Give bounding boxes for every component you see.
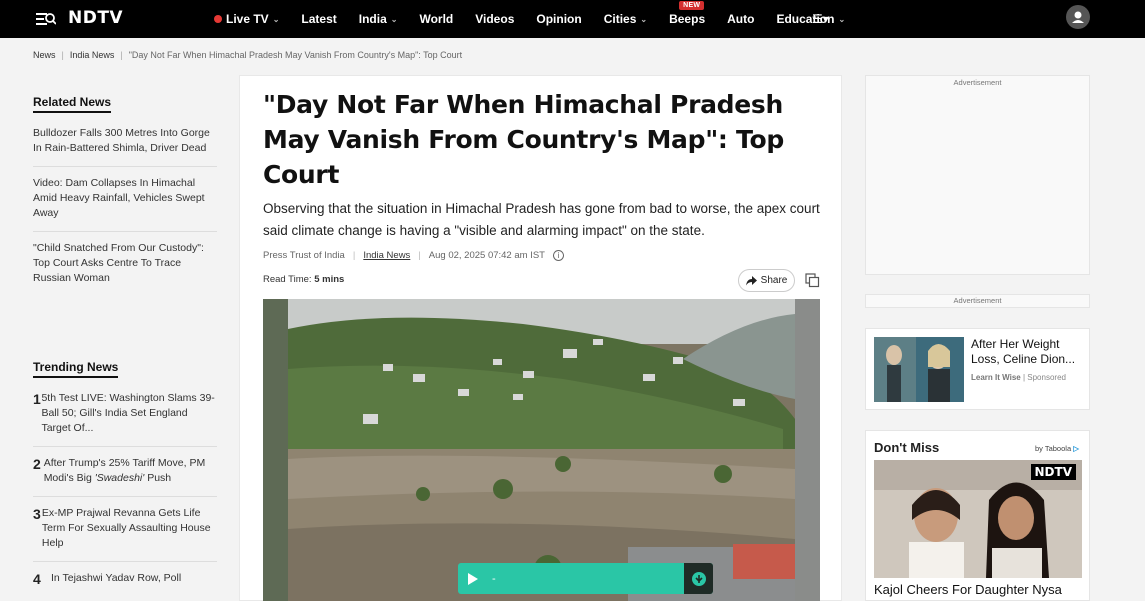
- trending-headline-after: Push: [147, 472, 172, 484]
- trending-news-item[interactable]: 2 After Trump's 25% Tariff Move, PM Modi…: [33, 447, 217, 497]
- copy-icon[interactable]: [805, 273, 820, 288]
- meta-separator: |: [352, 250, 356, 261]
- menu-search-icon[interactable]: [36, 10, 56, 28]
- read-time-label: Read Time:: [263, 274, 312, 285]
- breadcrumb-india-news[interactable]: India News: [70, 50, 115, 60]
- nav-item-opinion[interactable]: Opinion: [536, 12, 581, 26]
- article-headline: "Day Not Far When Himachal Pradesh May V…: [263, 90, 784, 189]
- related-news-item[interactable]: Bulldozer Falls 300 Metres Into Gorge In…: [33, 117, 217, 167]
- nav-item-label: Videos: [475, 12, 515, 26]
- chevron-down-icon: ⌄: [390, 14, 398, 24]
- trending-rank: 2: [33, 456, 41, 472]
- ndtv-watermark-logo: NDTV: [1030, 464, 1076, 480]
- related-news-item[interactable]: Video: Dam Collapses In Himachal Amid He…: [33, 167, 217, 232]
- trending-news-item[interactable]: 3 Ex-MP Prajwal Revanna Gets Life Term F…: [33, 497, 217, 562]
- article-source: Press Trust of India: [263, 250, 345, 261]
- sponsored-card[interactable]: After Her Weight Loss, Celine Dion... Le…: [865, 328, 1090, 410]
- sponsored-title[interactable]: After Her Weight Loss, Celine Dion...: [971, 337, 1086, 367]
- share-icon: [745, 275, 757, 285]
- share-label: Share: [760, 275, 788, 286]
- advertisement-label: Advertisement: [953, 78, 1002, 87]
- audio-player[interactable]: -: [458, 563, 713, 594]
- sponsored-image[interactable]: [874, 337, 964, 402]
- related-news-section: Related News Bulldozer Falls 300 Metres …: [33, 93, 217, 296]
- trending-rank: 3: [33, 506, 41, 522]
- article-meta: Press Trust of India | India News | Aug …: [263, 250, 564, 261]
- nav-item-label: Latest: [301, 12, 337, 26]
- advertisement-label: Advertisement: [953, 296, 1002, 305]
- ndtv-logo[interactable]: NDTV: [68, 8, 123, 28]
- breadcrumb-news[interactable]: News: [33, 50, 56, 60]
- trending-news-item[interactable]: 1 5th Test LIVE: Washington Slams 39-Bal…: [33, 382, 217, 447]
- related-news-title: Related News: [33, 95, 112, 113]
- nav-item-auto[interactable]: Auto: [727, 12, 754, 26]
- article-hero-image: -: [263, 299, 820, 601]
- breadcrumb: News | India News | "Day Not Far When Hi…: [33, 50, 462, 60]
- audio-logo-icon[interactable]: [684, 563, 713, 594]
- article-summary: Observing that the situation in Himachal…: [263, 201, 820, 238]
- read-time-value: 5 mins: [314, 274, 345, 285]
- nav-item-latest[interactable]: Latest: [301, 12, 336, 26]
- taboola-icon: ▷: [1073, 444, 1079, 453]
- trending-headline[interactable]: In Tejashwi Yadav Row, Poll: [51, 571, 181, 587]
- chevron-down-icon: ⌄: [640, 14, 648, 24]
- related-news-item[interactable]: "Child Snatched From Our Custody": Top C…: [33, 232, 217, 296]
- read-time: Read Time: 5 mins: [263, 274, 344, 285]
- breadcrumb-separator: |: [120, 50, 123, 60]
- nav-item-india[interactable]: India ⌄: [359, 12, 398, 26]
- hamburger-more-icon[interactable]: ☰▾: [812, 12, 829, 26]
- sponsored-source-name: Learn It Wise: [971, 373, 1021, 382]
- new-badge: NEW: [679, 1, 705, 10]
- nav-item-world[interactable]: World: [419, 12, 453, 26]
- nav-item-live-tv[interactable]: Live TV ⌄: [214, 12, 279, 26]
- article-date: Aug 02, 2025 07:42 am IST: [428, 250, 545, 261]
- breadcrumb-separator: |: [61, 50, 64, 60]
- trending-headline[interactable]: 5th Test LIVE: Washington Slams 39-Ball …: [41, 391, 217, 436]
- trending-rank: 1: [33, 391, 41, 407]
- nav-item-education[interactable]: Education ⌄: [776, 12, 845, 26]
- article-category-link[interactable]: India News: [363, 250, 410, 261]
- dont-miss-title: Don't Miss: [874, 440, 940, 455]
- info-icon[interactable]: i: [552, 250, 564, 261]
- play-icon[interactable]: [468, 572, 478, 585]
- user-avatar-icon[interactable]: [1066, 5, 1090, 29]
- dont-miss-caption[interactable]: Kajol Cheers For Daughter Nysa: [874, 582, 1062, 597]
- share-button[interactable]: Share: [738, 269, 795, 292]
- trending-rank: 4: [33, 571, 41, 587]
- trending-news-item[interactable]: 4 In Tejashwi Yadav Row, Poll: [33, 562, 217, 597]
- nav-item-beeps[interactable]: Beeps NEW: [669, 1, 706, 26]
- trending-headline-italic: 'Swadeshi': [94, 472, 145, 484]
- breadcrumb-current: "Day Not Far When Himachal Pradesh May V…: [128, 50, 463, 60]
- taboola-attribution[interactable]: by Taboola ▷: [1035, 444, 1079, 453]
- trending-headline[interactable]: Ex-MP Prajwal Revanna Gets Life Term For…: [42, 506, 217, 551]
- sponsored-source: Learn It Wise | Sponsored: [971, 373, 1066, 382]
- main-nav: Live TV ⌄ Latest India ⌄ World Videos Opinion Ci…: [214, 0, 867, 38]
- nav-item-label: Live TV: [226, 12, 269, 26]
- taboola-label: by Taboola: [1034, 444, 1072, 453]
- nav-item-label: Auto: [727, 12, 755, 26]
- nav-item-label: India: [358, 12, 387, 26]
- nav-item-cities[interactable]: Cities ⌄: [604, 12, 647, 26]
- trending-headline[interactable]: After Trump's 25% Tariff Move, PM Modi's…: [44, 456, 217, 486]
- nav-item-label: Cities: [603, 12, 637, 26]
- advertisement-slot: Advertisement: [865, 75, 1090, 275]
- meta-separator: |: [418, 250, 421, 261]
- chevron-down-icon: ⌄: [272, 14, 280, 24]
- sponsored-tag: Sponsored: [1027, 373, 1066, 382]
- advertisement-slot: Advertisement: [865, 294, 1090, 308]
- dont-miss-image[interactable]: NDTV: [874, 460, 1082, 578]
- dont-miss-section: Don't Miss by Taboola ▷ NDTV Kajol Cheer…: [865, 430, 1090, 601]
- nav-item-label: World: [419, 12, 454, 26]
- nav-item-label: Beeps: [669, 12, 706, 26]
- article-card: "Day Not Far When Himachal Pradesh May V…: [239, 75, 842, 601]
- trending-news-title: Trending News: [33, 360, 119, 378]
- top-navigation-bar: NDTV Live TV ⌄ Latest India ⌄ World Videos Opin…: [0, 0, 1145, 38]
- audio-status: -: [492, 572, 496, 585]
- live-dot-icon: [214, 15, 222, 23]
- nav-item-label: Opinion: [536, 12, 582, 26]
- nav-item-videos[interactable]: Videos: [475, 12, 514, 26]
- chevron-down-icon: ⌄: [838, 14, 846, 24]
- trending-news-section: Trending News 1 5th Test LIVE: Washingto…: [33, 358, 217, 597]
